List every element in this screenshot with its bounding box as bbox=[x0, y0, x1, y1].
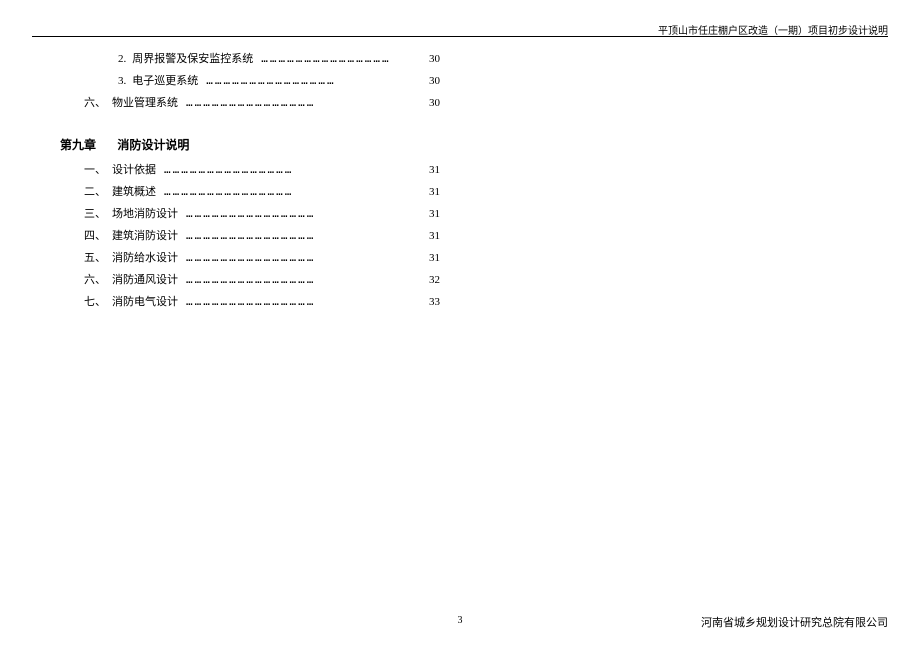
footer-organization: 河南省城乡规划设计研究总院有限公司 bbox=[701, 614, 888, 630]
toc-page: 31 bbox=[429, 186, 440, 198]
toc-page: 33 bbox=[429, 296, 440, 308]
toc-row: 一、 设计依据 ……………………………………… 31 bbox=[60, 161, 440, 177]
toc-dots: ……………………………………… bbox=[186, 229, 421, 242]
toc-dots: ……………………………………… bbox=[164, 163, 421, 176]
toc-dots: ……………………………………… bbox=[186, 96, 421, 109]
toc-title: 消防电气设计 bbox=[112, 293, 178, 309]
chapter-title: 消防设计说明 bbox=[117, 138, 189, 152]
toc-title: 建筑概述 bbox=[112, 183, 156, 199]
toc-num: 2. bbox=[118, 53, 126, 65]
toc-content: 2. 周界报警及保安监控系统 ……………………………………… 30 3. 电子巡… bbox=[60, 50, 440, 315]
toc-row: 三、 场地消防设计 ……………………………………… 31 bbox=[60, 205, 440, 221]
toc-page: 31 bbox=[429, 208, 440, 220]
chapter-label: 第九章 bbox=[60, 138, 96, 152]
toc-dots: ……………………………………… bbox=[186, 207, 421, 220]
toc-page: 31 bbox=[429, 164, 440, 176]
toc-dots: ……………………………………… bbox=[206, 74, 421, 87]
toc-row: 四、 建筑消防设计 ……………………………………… 31 bbox=[60, 227, 440, 243]
toc-num: 六、 bbox=[84, 271, 106, 287]
toc-num: 七、 bbox=[84, 293, 106, 309]
header-divider bbox=[32, 36, 888, 37]
toc-num: 二、 bbox=[84, 183, 106, 199]
toc-page: 30 bbox=[429, 75, 440, 87]
toc-title: 消防给水设计 bbox=[112, 249, 178, 265]
toc-title: 周界报警及保安监控系统 bbox=[132, 50, 253, 66]
toc-num: 六、 bbox=[84, 94, 106, 110]
toc-page: 32 bbox=[429, 274, 440, 286]
toc-dots: ……………………………………… bbox=[261, 52, 421, 65]
toc-title: 物业管理系统 bbox=[112, 94, 178, 110]
toc-row: 2. 周界报警及保安监控系统 ……………………………………… 30 bbox=[60, 50, 440, 66]
toc-page: 30 bbox=[429, 97, 440, 109]
toc-page: 31 bbox=[429, 252, 440, 264]
toc-num: 五、 bbox=[84, 249, 106, 265]
toc-title: 消防通风设计 bbox=[112, 271, 178, 287]
toc-dots: ……………………………………… bbox=[186, 295, 421, 308]
toc-row: 七、 消防电气设计 ……………………………………… 33 bbox=[60, 293, 440, 309]
page-header-title: 平顶山市任庄棚户区改造（一期）项目初步设计说明 bbox=[658, 22, 888, 37]
toc-row: 二、 建筑概述 ……………………………………… 31 bbox=[60, 183, 440, 199]
toc-num: 四、 bbox=[84, 227, 106, 243]
toc-page: 30 bbox=[429, 53, 440, 65]
toc-row: 五、 消防给水设计 ……………………………………… 31 bbox=[60, 249, 440, 265]
page-number: 3 bbox=[458, 615, 463, 626]
toc-num: 三、 bbox=[84, 205, 106, 221]
toc-page: 31 bbox=[429, 230, 440, 242]
toc-dots: ……………………………………… bbox=[164, 185, 421, 198]
toc-row: 3. 电子巡更系统 ……………………………………… 30 bbox=[60, 72, 440, 88]
toc-row: 六、 消防通风设计 ……………………………………… 32 bbox=[60, 271, 440, 287]
toc-row: 六、 物业管理系统 ……………………………………… 30 bbox=[60, 94, 440, 110]
toc-dots: ……………………………………… bbox=[186, 273, 421, 286]
toc-num: 3. bbox=[118, 75, 126, 87]
toc-title: 设计依据 bbox=[112, 161, 156, 177]
toc-title: 电子巡更系统 bbox=[132, 72, 198, 88]
toc-title: 场地消防设计 bbox=[112, 205, 178, 221]
toc-title: 建筑消防设计 bbox=[112, 227, 178, 243]
toc-num: 一、 bbox=[84, 161, 106, 177]
chapter-header: 第九章 消防设计说明 bbox=[60, 136, 440, 153]
toc-dots: ……………………………………… bbox=[186, 251, 421, 264]
